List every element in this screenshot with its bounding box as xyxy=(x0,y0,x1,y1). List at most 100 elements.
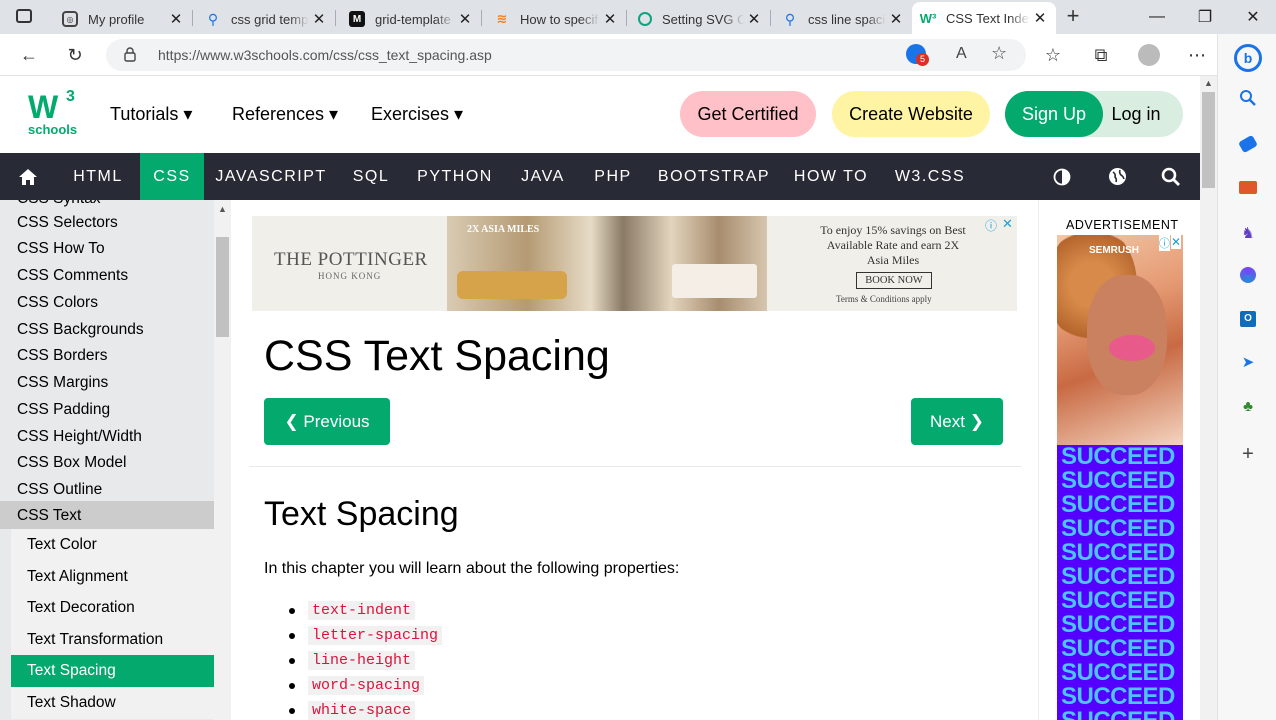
menu-bootstrap[interactable]: BOOTSTRAP xyxy=(646,153,782,200)
w3schools-logo[interactable]: W 3 schools xyxy=(28,88,80,140)
sidebar-subitem-text-spacing[interactable]: Text Spacing xyxy=(11,655,214,687)
address-bar[interactable]: https://www.w3schools.com/css/css_text_s… xyxy=(106,39,1026,71)
next-button[interactable]: Next ❯ xyxy=(911,398,1003,445)
avatar[interactable] xyxy=(1138,44,1160,66)
more-menu-icon[interactable]: ⋯ xyxy=(1184,42,1210,68)
nav-tutorials[interactable]: Tutorials ▾ xyxy=(110,104,192,125)
menu-java[interactable]: JAVA xyxy=(506,153,580,200)
ad-close-icon[interactable]: ✕ xyxy=(1002,216,1013,232)
menu-sql[interactable]: SQL xyxy=(338,153,404,200)
menu-w3css[interactable]: W3.CSS xyxy=(880,153,980,200)
refresh-button[interactable]: ↻ xyxy=(62,42,88,68)
menu-html[interactable]: HTML xyxy=(56,153,140,200)
dark-mode-icon[interactable] xyxy=(1044,153,1080,200)
sidebar-scrollbar[interactable]: ▲ xyxy=(214,200,231,720)
sidebar-scroll-thumb[interactable] xyxy=(216,237,229,337)
sidebar-item-partial[interactable]: CSS Syntax xyxy=(17,200,101,208)
sidebar-item-css-backgrounds[interactable]: CSS Backgrounds xyxy=(17,321,144,339)
shopping-tag-icon[interactable] xyxy=(1238,134,1258,154)
previous-button[interactable]: ❮ Previous xyxy=(264,398,390,445)
sidebar-item-css-how-to[interactable]: CSS How To xyxy=(17,240,105,258)
bing-icon[interactable]: b xyxy=(1234,44,1262,72)
search-icon[interactable] xyxy=(1238,88,1258,108)
close-tab-icon[interactable]: ✕ xyxy=(744,10,764,28)
add-icon[interactable]: + xyxy=(1238,443,1258,465)
favorite-add-icon[interactable]: ☆ xyxy=(991,43,1007,64)
sidebar-subitem-text-shadow[interactable]: Text Shadow xyxy=(11,687,214,719)
url-text[interactable]: https://www.w3schools.com/css/css_text_s… xyxy=(158,47,492,63)
minimize-button[interactable]: — xyxy=(1134,0,1180,34)
favorites-icon[interactable]: ☆ xyxy=(1040,42,1066,68)
close-tab-icon[interactable]: ✕ xyxy=(309,10,329,28)
page-scrollbar[interactable]: ▲ xyxy=(1200,76,1217,720)
sidebar-subitem-text-alignment[interactable]: Text Alignment xyxy=(11,561,214,593)
nav-exercises[interactable]: Exercises ▾ xyxy=(371,104,463,125)
ad-info-icon[interactable]: ⓘ xyxy=(1159,235,1170,251)
tab-css-grid-temp[interactable]: ⚲ css grid temp ✕ xyxy=(197,4,335,34)
tab-my-profile[interactable]: ◎ My profile ✕ xyxy=(54,4,192,34)
ad-book-now-button[interactable]: BOOK NOW xyxy=(856,272,932,289)
close-tab-icon[interactable]: ✕ xyxy=(1030,9,1050,27)
right-ad[interactable]: SEMRUSH ⓘ ✕ SUCCEED SUCCEED SUCCEED SUCC… xyxy=(1057,235,1183,720)
get-certified-button[interactable]: Get Certified xyxy=(680,91,816,137)
close-tab-icon[interactable]: ✕ xyxy=(166,10,186,28)
close-tab-icon[interactable]: ✕ xyxy=(600,10,620,28)
menu-python[interactable]: PYTHON xyxy=(404,153,506,200)
tab-css-line-spacing[interactable]: ⚲ css line spacin ✕ xyxy=(774,4,912,34)
sidebar-item-css-text[interactable]: CSS Text xyxy=(0,501,214,529)
close-tab-icon[interactable]: ✕ xyxy=(455,10,475,28)
globe-icon[interactable] xyxy=(1098,153,1136,200)
ad-banner[interactable]: THE POTTINGER HONG KONG 2X ASIA MILES To… xyxy=(252,216,1017,311)
sidebar-item-css-outline[interactable]: CSS Outline xyxy=(17,481,102,499)
menu-javascript[interactable]: JAVASCRIPT xyxy=(204,153,338,200)
microsoft365-icon[interactable] xyxy=(1238,265,1258,285)
search-icon[interactable] xyxy=(1152,153,1190,200)
collections-icon[interactable]: ⧉ xyxy=(1088,42,1114,68)
sidebar-item-css-colors[interactable]: CSS Colors xyxy=(17,294,98,312)
sidebar-subitem-text-color[interactable]: Text Color xyxy=(11,529,214,561)
nav-references[interactable]: References ▾ xyxy=(232,104,338,125)
outlook-icon[interactable]: O xyxy=(1238,309,1258,329)
close-tab-icon[interactable]: ✕ xyxy=(886,10,906,28)
tab-css-text-indent[interactable]: W³ CSS Text Inde ✕ xyxy=(912,2,1056,34)
ad-photo xyxy=(1057,235,1183,445)
log-in-button[interactable]: Log in xyxy=(1104,91,1168,137)
sidebar-item-css-box-model[interactable]: CSS Box Model xyxy=(17,454,126,472)
sidebar-item-css-comments[interactable]: CSS Comments xyxy=(17,267,128,285)
sidebar-item-css-margins[interactable]: CSS Margins xyxy=(17,374,108,392)
scroll-up-arrow[interactable]: ▲ xyxy=(218,204,227,214)
close-window-button[interactable]: ✕ xyxy=(1230,0,1276,34)
menu-php[interactable]: PHP xyxy=(580,153,646,200)
new-tab-button[interactable]: + xyxy=(1060,4,1086,30)
send-icon[interactable]: ➤ xyxy=(1238,352,1258,372)
lock-icon[interactable] xyxy=(124,47,136,62)
sign-up-button[interactable]: Sign Up xyxy=(1005,91,1103,137)
create-website-button[interactable]: Create Website xyxy=(832,91,990,137)
sidebar-item-css-padding[interactable]: CSS Padding xyxy=(17,401,110,419)
ad-hotel-photo: 2X ASIA MILES xyxy=(447,216,767,311)
back-button[interactable]: ← xyxy=(16,42,42,68)
tab-actions-icon[interactable] xyxy=(16,9,32,23)
menu-how-to[interactable]: HOW TO xyxy=(782,153,880,200)
toolbox-icon[interactable] xyxy=(1238,177,1258,197)
scroll-up-arrow[interactable]: ▲ xyxy=(1204,78,1213,88)
sidebar-item-css-height-width[interactable]: CSS Height/Width xyxy=(17,428,142,446)
ad-info-icon[interactable]: ⓘ xyxy=(985,217,997,234)
sidebar-subitem-text-decoration[interactable]: Text Decoration xyxy=(11,592,214,624)
read-aloud-icon[interactable]: A xyxy=(956,45,967,63)
page-scroll-thumb[interactable] xyxy=(1202,92,1215,188)
tab-strip: ◎ My profile ✕ ⚲ css grid temp ✕ M grid-… xyxy=(0,0,1276,34)
tab-how-to-specify[interactable]: ≋ How to specif ✕ xyxy=(486,4,626,34)
home-icon[interactable] xyxy=(0,153,56,200)
tab-grid-template[interactable]: M grid-template ✕ xyxy=(341,4,481,34)
games-icon[interactable]: ♞ xyxy=(1238,223,1258,243)
edge-sidebar: b ♞ O ➤ ♣ + xyxy=(1217,34,1276,720)
sidebar-subitem-text-transformation[interactable]: Text Transformation xyxy=(11,624,214,656)
sidebar-item-css-borders[interactable]: CSS Borders xyxy=(17,347,107,365)
ad-close-icon[interactable]: ✕ xyxy=(1171,235,1182,249)
tab-setting-svg[interactable]: Setting SVG C ✕ xyxy=(630,4,770,34)
menu-css[interactable]: CSS xyxy=(140,153,204,200)
tree-icon[interactable]: ♣ xyxy=(1238,396,1258,416)
sidebar-item-css-selectors[interactable]: CSS Selectors xyxy=(17,214,118,232)
restore-button[interactable]: ❐ xyxy=(1182,0,1228,34)
